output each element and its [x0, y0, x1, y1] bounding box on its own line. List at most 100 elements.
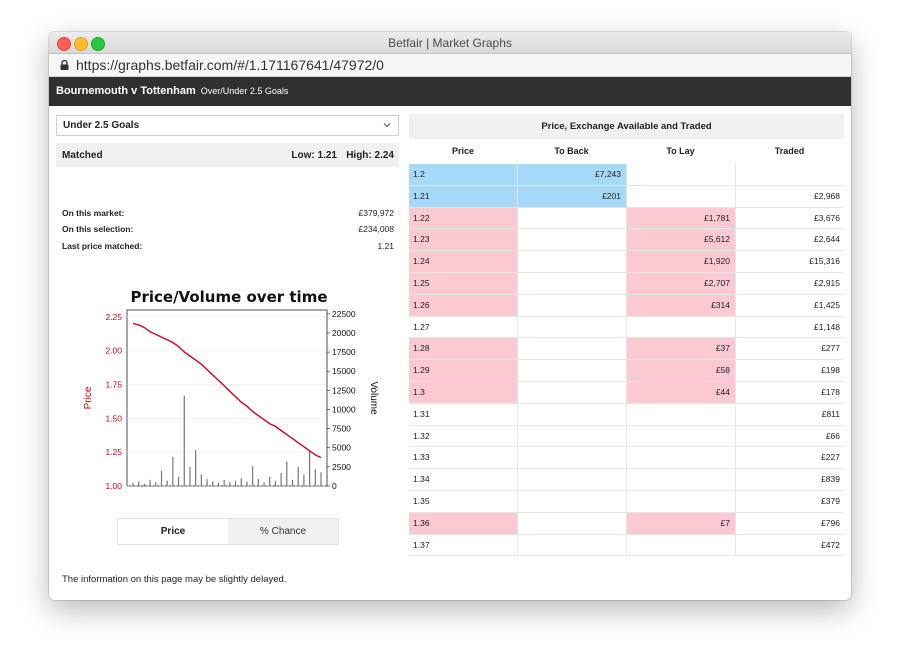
to-lay-cell[interactable]: £37	[626, 338, 735, 360]
y2-tick-label: 0	[332, 481, 337, 491]
to-lay-cell[interactable]	[626, 490, 735, 512]
stat-label-market: On this market:	[62, 208, 125, 218]
table-row[interactable]: 1.36 £7 £796	[409, 512, 844, 535]
to-back-cell[interactable]	[517, 534, 626, 556]
table-row[interactable]: 1.25 £2,707 £2,915	[409, 272, 844, 295]
to-back-cell[interactable]	[517, 425, 626, 447]
price-toggle-button[interactable]: Price	[118, 519, 228, 544]
chart-mode-toggle: Price % Chance	[117, 518, 339, 545]
col-header-traded: Traded	[774, 146, 805, 156]
to-back-cell[interactable]	[517, 207, 626, 229]
to-back-cell[interactable]	[517, 251, 626, 272]
to-back-cell[interactable]	[517, 469, 626, 490]
traded-cell: £379	[735, 490, 844, 512]
to-back-cell[interactable]: £201	[517, 185, 626, 207]
to-lay-cell[interactable]	[626, 403, 735, 425]
url-text[interactable]: https://graphs.betfair.com/#/1.171167641…	[76, 57, 384, 73]
stat-label-selection: On this selection:	[62, 224, 134, 234]
table-row[interactable]: 1.27 £1,148	[409, 316, 844, 339]
to-lay-cell[interactable]	[626, 469, 735, 490]
traded-cell: £2,644	[735, 229, 844, 251]
to-lay-cell[interactable]	[626, 185, 735, 207]
to-back-cell[interactable]	[517, 229, 626, 251]
table-row[interactable]: 1.23 £5,612 £2,644	[409, 229, 844, 252]
traded-cell: £198	[735, 360, 844, 381]
y-tick-label: 1.25	[105, 447, 122, 457]
to-back-cell[interactable]	[517, 490, 626, 512]
y2-tick-label: 20000	[332, 328, 356, 338]
to-lay-cell[interactable]: £1,920	[626, 251, 735, 272]
price-cell: 1.2	[409, 164, 517, 185]
to-lay-cell[interactable]: £1,781	[626, 207, 735, 229]
price-cell: 1.27	[413, 321, 430, 332]
to-lay-cell[interactable]	[626, 316, 735, 338]
table-row[interactable]: 1.2 £7,243	[409, 164, 844, 186]
y-axis-label: Price	[83, 386, 94, 409]
y2-tick-label: 10000	[332, 404, 356, 414]
table-row[interactable]: 1.32 £66	[409, 425, 844, 448]
traded-cell: £15,316	[735, 251, 844, 272]
y2-tick-label: 7500	[332, 424, 351, 434]
price-ladder[interactable]: 1.2 £7,243 1.21 £201 £2,968 1.22 £1,781 £3,676 1…	[409, 164, 844, 557]
traded-cell: £2,968	[735, 185, 844, 207]
y2-tick-label: 17500	[332, 347, 356, 357]
market-header: Bournemouth v Tottenham Over/Under 2.5 G…	[49, 77, 851, 106]
to-back-cell[interactable]	[517, 512, 626, 534]
y-tick-label: 2.25	[105, 312, 122, 322]
to-lay-cell[interactable]: £44	[626, 381, 735, 403]
chance-toggle-button[interactable]: % Chance	[228, 519, 338, 544]
table-row[interactable]: 1.29 £58 £198	[409, 360, 844, 382]
table-row[interactable]: 1.31 £811	[409, 403, 844, 426]
traded-cell: £277	[735, 338, 844, 360]
to-lay-cell[interactable]: £314	[626, 294, 735, 316]
traded-cell: £227	[735, 447, 844, 469]
to-lay-cell[interactable]: £5,612	[626, 229, 735, 251]
address-bar[interactable]: https://graphs.betfair.com/#/1.171167641…	[49, 54, 851, 77]
to-lay-cell[interactable]	[626, 425, 735, 447]
to-back-cell[interactable]	[517, 381, 626, 403]
table-row[interactable]: 1.22 £1,781 £3,676	[409, 207, 844, 230]
plot-area	[126, 309, 328, 487]
to-back-cell[interactable]	[517, 447, 626, 469]
table-row[interactable]: 1.26 £314 £1,425	[409, 294, 844, 317]
market-title: Bournemouth v Tottenham Over/Under 2.5 G…	[56, 85, 288, 97]
table-row[interactable]: 1.24 £1,920 £15,316	[409, 251, 844, 273]
to-back-cell[interactable]: £7,243	[517, 164, 626, 185]
to-lay-cell[interactable]: £58	[626, 360, 735, 381]
to-lay-cell[interactable]	[626, 164, 735, 185]
title-bar: Betfair | Market Graphs	[49, 32, 851, 54]
y2-tick-label: 2500	[332, 462, 351, 472]
traded-cell: £2,915	[735, 272, 844, 294]
stat-value-last-price: 1.21	[377, 241, 394, 251]
to-back-cell[interactable]	[517, 316, 626, 338]
table-row[interactable]: 1.35 £379	[409, 490, 844, 513]
right-panel: Price, Exchange Available and Traded Pri…	[409, 106, 851, 600]
table-title: Price, Exchange Available and Traded	[409, 114, 844, 139]
to-lay-cell[interactable]	[626, 447, 735, 469]
table-row[interactable]: 1.33 £227	[409, 447, 844, 470]
to-lay-cell[interactable]: £7	[626, 512, 735, 534]
price-volume-chart: Price/Volume over time 1.00 1.25 1.50 1.75 2.…	[83, 288, 379, 491]
to-back-cell[interactable]	[517, 272, 626, 294]
to-back-cell[interactable]	[517, 338, 626, 360]
to-lay-cell[interactable]	[626, 534, 735, 556]
y2-tick-label: 5000	[332, 443, 351, 453]
table-row[interactable]: 1.21 £201 £2,968	[409, 185, 844, 208]
to-lay-cell[interactable]: £2,707	[626, 272, 735, 294]
table-row[interactable]: 1.28 £37 £277	[409, 338, 844, 361]
selection-dropdown[interactable]: Under 2.5 Goals	[56, 115, 399, 136]
to-back-cell[interactable]	[517, 360, 626, 381]
traded-cell: £3,676	[735, 207, 844, 229]
matched-bar: Matched Low: 1.21 High: 2.24	[56, 143, 399, 167]
price-cell: 1.25	[409, 272, 517, 294]
table-row[interactable]: 1.37 £472	[409, 534, 844, 557]
table-row[interactable]: 1.3 £44 £178	[409, 381, 844, 404]
table-row[interactable]: 1.34 £839	[409, 469, 844, 491]
y2-tick-label: 22500	[332, 309, 356, 319]
traded-cell: £796	[735, 512, 844, 534]
low-price: Low: 1.21	[291, 150, 337, 161]
browser-window: Betfair | Market Graphs https://graphs.b…	[49, 32, 851, 600]
stat-label-last-price: Last price matched:	[62, 241, 143, 251]
to-back-cell[interactable]	[517, 294, 626, 316]
to-back-cell[interactable]	[517, 403, 626, 425]
